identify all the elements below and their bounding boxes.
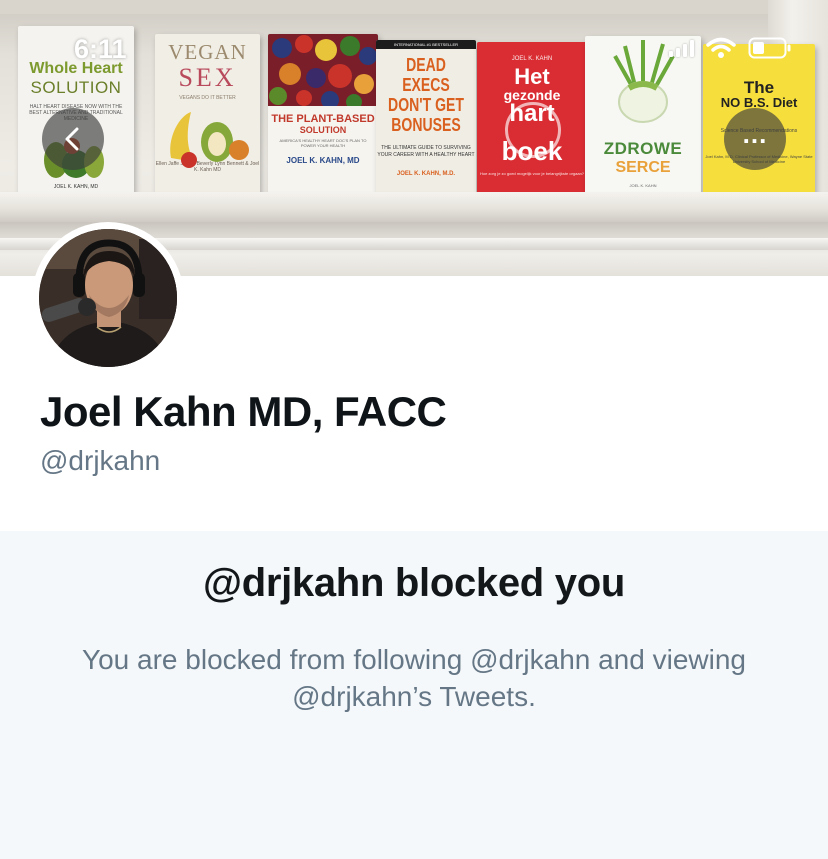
more-icon: ... xyxy=(742,119,768,149)
banner-book-plant-based-solution: THE PLANT-BASED SOLUTION AMERICA'S HEALT… xyxy=(268,34,378,194)
blocked-title: @drjkahn blocked you xyxy=(203,561,625,605)
banner-book-zdrowe-serce: ZDROWE SERCE JOEL K. KAHN xyxy=(585,36,701,202)
book-title: SOLUTION xyxy=(30,78,122,97)
profile-photo-illustration xyxy=(39,229,177,367)
profile-display-name: Joel Kahn MD, FACC xyxy=(40,388,447,435)
book-subtitle: THE ULTIMATE GUIDE TO SURVIVING YOUR CAR… xyxy=(377,145,475,158)
berries-illustration xyxy=(268,34,378,110)
profile-handle: @drjkahn xyxy=(40,445,161,476)
book-author: JOEL K. KAHN xyxy=(511,56,553,62)
avatar[interactable] xyxy=(32,222,184,374)
heart-illustration xyxy=(505,102,561,158)
book-subtitle: AMERICA'S HEALTHY HEART DOC'S PLAN TO PO… xyxy=(279,138,367,148)
back-button[interactable] xyxy=(42,108,104,170)
blocked-notice: @drjkahn blocked you You are blocked fro… xyxy=(0,531,828,859)
banner-wall-trim xyxy=(0,0,828,14)
status-time: 6:11 xyxy=(74,34,127,64)
shelf xyxy=(0,192,828,222)
chevron-left-icon xyxy=(65,127,79,151)
book-title: SERCE xyxy=(615,159,671,176)
book-subtitle: VEGANS DO IT BETTER xyxy=(179,95,236,101)
book-title: VEGAN xyxy=(168,40,247,64)
status-icons xyxy=(669,36,792,60)
book-author: JOEL K. KAHN, MD xyxy=(53,184,99,190)
book-subtitle: Hoe zorg je zo goed mogelijk voor je bel… xyxy=(479,171,585,176)
book-author: JOEL K. KAHN, M.D. xyxy=(396,171,456,177)
book-title: The xyxy=(743,78,775,97)
book-author: JOEL K. KAHN xyxy=(629,183,657,188)
battery-icon xyxy=(748,37,791,59)
book-title: SOLUTION xyxy=(299,125,347,135)
blocked-description: You are blocked from following @drjkahn … xyxy=(82,644,746,712)
banner-book-gezonde-hart: JOEL K. KAHN Het gezonde hart boek Hoe z… xyxy=(477,42,587,198)
book-title: ZDROWE xyxy=(603,139,683,158)
more-options-button[interactable]: ... xyxy=(724,108,786,170)
signal-icon xyxy=(669,39,694,57)
banner-book-dead-execs: INTERNATIONAL #1 BESTSELLER DEAD EXECS D… xyxy=(376,40,476,194)
book-title: DEAD EXECS DON'T GET BONUSES xyxy=(388,55,464,135)
banner-book-vegan-sex: VEGAN SEX VEGANS DO IT BETTER Ellen Jaff… xyxy=(155,34,260,194)
book-author: JOEL K. KAHN, MD xyxy=(286,156,360,165)
book-title: THE PLANT-BASED xyxy=(271,113,375,125)
book-title: SEX xyxy=(178,63,237,92)
wifi-icon xyxy=(706,37,736,58)
profile-photo xyxy=(39,229,177,367)
fruit-illustration xyxy=(170,112,249,168)
book-title: Het xyxy=(514,64,550,89)
book-band: INTERNATIONAL #1 BESTSELLER xyxy=(376,40,476,49)
